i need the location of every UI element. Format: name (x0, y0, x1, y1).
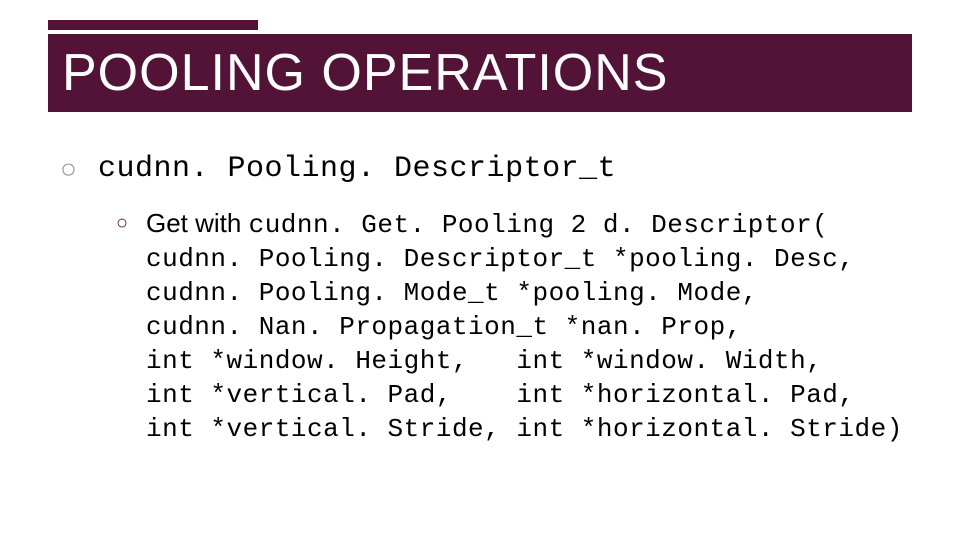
code-line: cudnn. Nan. Propagation_t *nan. Prop, (146, 310, 903, 344)
code-line: cudnn. Pooling. Mode_t *pooling. Mode, (146, 276, 903, 310)
slide-title: POOLING OPERATIONS (62, 43, 668, 103)
bullet-level-2-content: Get with cudnn. Get. Pooling 2 d. Descri… (146, 206, 903, 446)
corner-accent-bar (48, 20, 258, 30)
slide-body: ○ cudnn. Pooling. Descriptor_t ○ Get wit… (60, 150, 912, 446)
circle-bullet-icon: ○ (116, 206, 146, 240)
slide: POOLING OPERATIONS ○ cudnn. Pooling. Des… (0, 0, 960, 540)
code-line: cudnn. Pooling. Descriptor_t *pooling. D… (146, 242, 903, 276)
code-line: int *window. Height, int *window. Width, (146, 344, 903, 378)
function-signature-head: cudnn. Get. Pooling 2 d. Descriptor( (249, 210, 829, 240)
title-bar: POOLING OPERATIONS (48, 34, 912, 112)
circle-bullet-icon: ○ (60, 150, 98, 188)
bullet-level-2: ○ Get with cudnn. Get. Pooling 2 d. Desc… (116, 206, 912, 446)
bullet-level-1: ○ cudnn. Pooling. Descriptor_t (60, 150, 912, 188)
bullet-level-1-text: cudnn. Pooling. Descriptor_t (98, 150, 616, 188)
code-line: int *vertical. Stride, int *horizontal. … (146, 412, 903, 446)
code-line: int *vertical. Pad, int *horizontal. Pad… (146, 378, 903, 412)
bullet-level-2-prefix: Get with (146, 208, 249, 238)
